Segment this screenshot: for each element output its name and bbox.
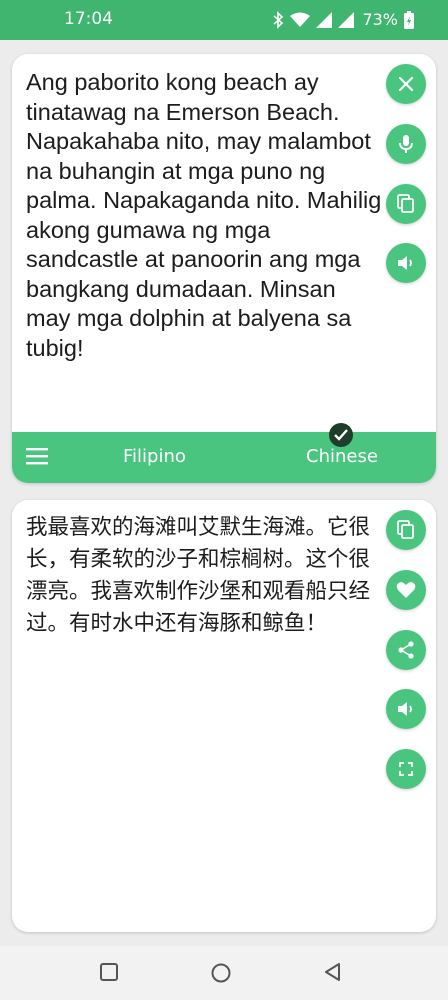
speak-source-button[interactable] xyxy=(386,243,426,283)
copy-icon xyxy=(397,520,415,540)
wifi-icon xyxy=(290,12,311,28)
fullscreen-icon xyxy=(399,762,413,776)
favorite-button[interactable] xyxy=(386,570,426,610)
navigation-bar xyxy=(0,946,448,1000)
source-text[interactable]: Ang paborito kong beach ay tinatawag na … xyxy=(26,68,382,363)
status-time: 17:04 xyxy=(64,9,113,29)
status-bar: 17:04 73% xyxy=(0,0,448,40)
status-icons: 73% xyxy=(272,10,414,29)
speaker-icon xyxy=(397,701,415,717)
translation-text[interactable]: 我最喜欢的海滩叫艾默生海滩。它很长，有柔软的沙子和棕榈树。这个很漂亮。我喜欢制作… xyxy=(26,512,382,640)
copy-icon xyxy=(397,194,415,214)
clear-button[interactable] xyxy=(386,64,426,104)
copy-source-button[interactable] xyxy=(386,184,426,224)
heart-icon xyxy=(396,581,416,599)
translation-card: 我最喜欢的海滩叫艾默生海滩。它很长，有柔软的沙子和棕榈树。这个很漂亮。我喜欢制作… xyxy=(12,500,436,932)
language-bar: Filipino Chinese xyxy=(12,423,436,483)
fullscreen-button[interactable] xyxy=(386,749,426,789)
home-icon[interactable] xyxy=(210,962,232,988)
source-language-button[interactable]: Filipino xyxy=(123,446,186,467)
mic-icon xyxy=(398,134,414,154)
bluetooth-icon xyxy=(272,10,284,29)
share-button[interactable] xyxy=(386,630,426,670)
menu-icon[interactable] xyxy=(26,447,48,469)
battery-percentage: 73% xyxy=(362,10,398,29)
copy-translation-button[interactable] xyxy=(386,510,426,550)
battery-icon xyxy=(404,10,414,29)
speaker-icon xyxy=(397,255,415,271)
close-icon xyxy=(398,76,414,92)
voice-input-button[interactable] xyxy=(386,124,426,164)
target-language-button[interactable]: Chinese xyxy=(306,446,378,467)
source-card: Ang paborito kong beach ay tinatawag na … xyxy=(12,54,436,483)
speak-translation-button[interactable] xyxy=(386,689,426,729)
recents-icon[interactable] xyxy=(99,962,119,986)
signal-icon xyxy=(316,11,333,28)
back-icon[interactable] xyxy=(323,962,343,986)
checkmark-icon xyxy=(329,423,353,447)
signal-icon xyxy=(338,11,355,28)
share-icon xyxy=(397,641,415,659)
